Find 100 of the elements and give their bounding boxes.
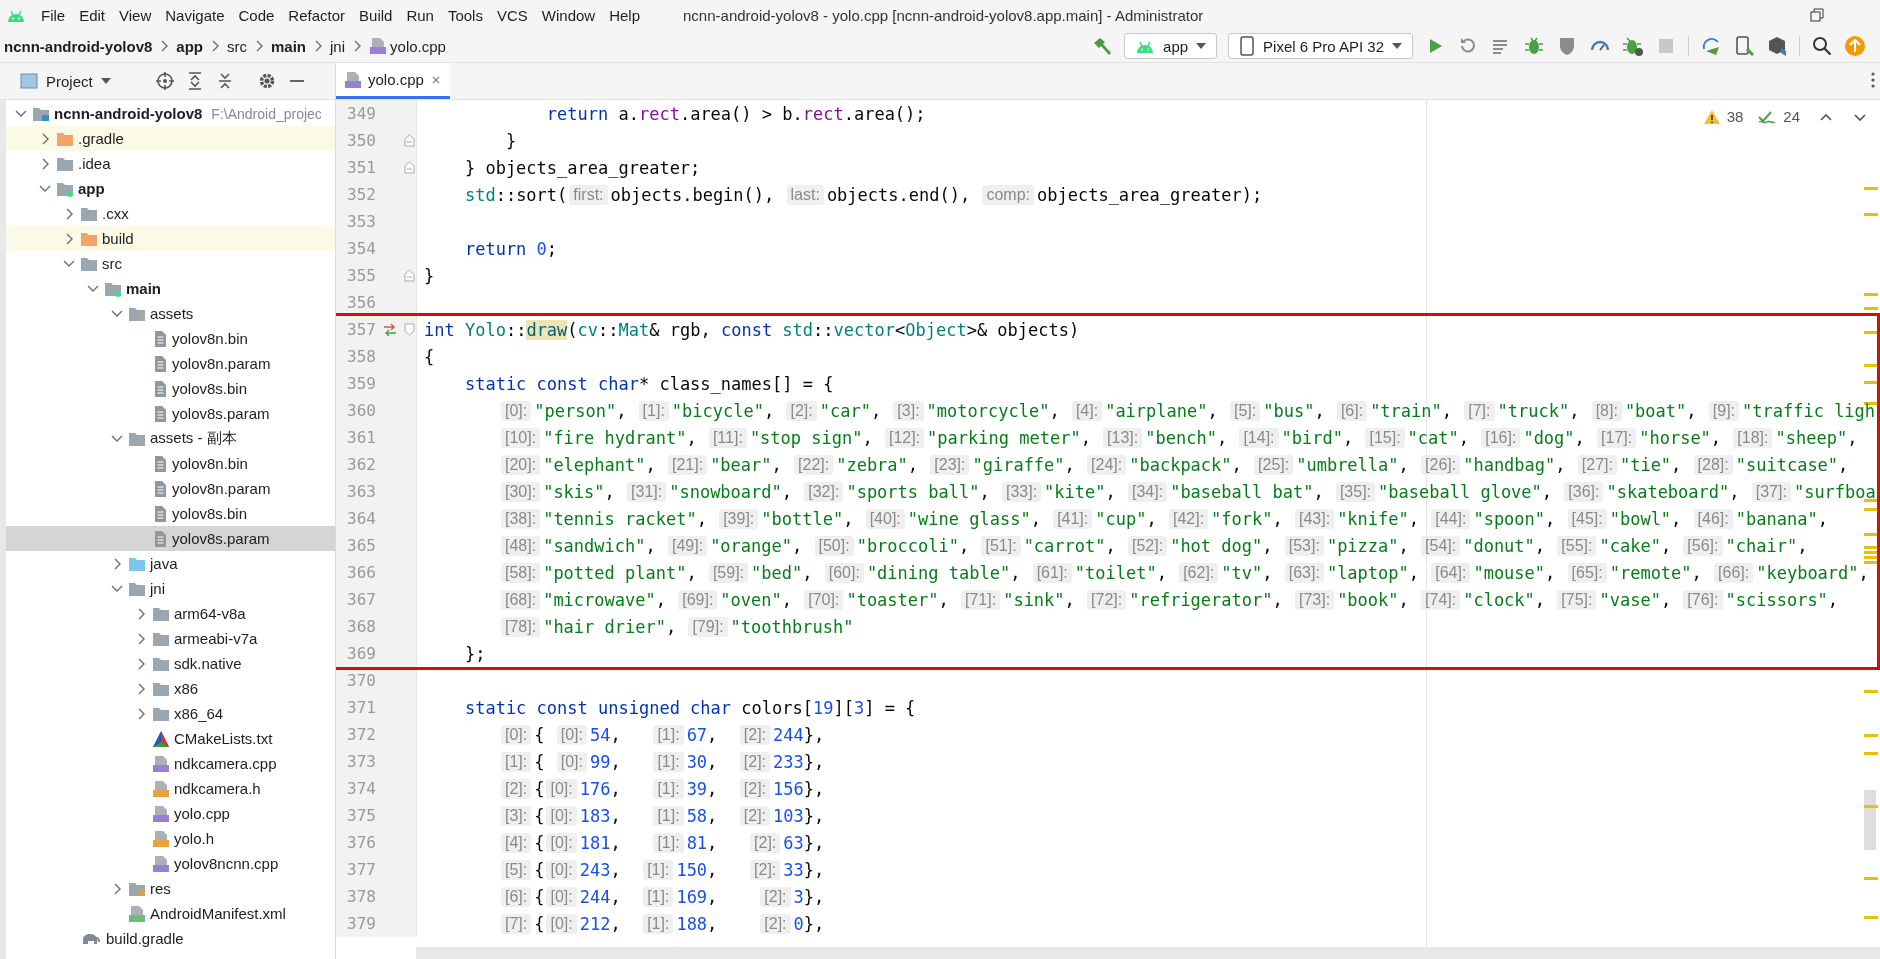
string-literal: "cup" bbox=[1095, 508, 1147, 529]
menu-item[interactable]: VCS bbox=[489, 2, 535, 28]
device-manager-icon[interactable] bbox=[1733, 35, 1755, 57]
tree-item[interactable]: yolo.cpp bbox=[6, 801, 335, 826]
menu-item[interactable]: Tools bbox=[440, 2, 490, 28]
string-literal: "baseball bat" bbox=[1170, 481, 1314, 502]
tree-item[interactable]: ndkcamera.h bbox=[6, 776, 335, 801]
tree-item[interactable]: ncnn-android-yolov8 F:\Android_projec bbox=[6, 101, 335, 126]
tree-item[interactable]: .cxx bbox=[6, 201, 335, 226]
tree-item[interactable]: src bbox=[6, 251, 335, 276]
tree-item[interactable]: .idea bbox=[6, 151, 335, 176]
inlay-hint: [5]: bbox=[501, 859, 532, 880]
tree-item[interactable]: yolov8s.param bbox=[6, 526, 335, 551]
tree-item[interactable]: ndkcamera.cpp bbox=[6, 751, 335, 776]
breadcrumb[interactable]: main bbox=[267, 37, 311, 55]
sync-icon[interactable] bbox=[1700, 35, 1722, 57]
inlay-hint: [46]: bbox=[1693, 508, 1733, 529]
inlay-hint: [30]: bbox=[501, 481, 541, 502]
tree-item[interactable]: res bbox=[6, 876, 335, 901]
inlay-hint: [54]: bbox=[1421, 535, 1461, 556]
menu-item[interactable]: Help bbox=[602, 2, 648, 28]
tree-item[interactable]: yolov8n.param bbox=[6, 476, 335, 501]
more-icon[interactable] bbox=[1870, 70, 1876, 89]
line-number: 377 bbox=[346, 860, 376, 879]
folder-icon bbox=[128, 305, 146, 322]
breadcrumb[interactable]: app bbox=[172, 37, 207, 55]
tree-item[interactable]: AndroidManifest.xml bbox=[6, 901, 335, 926]
tree-item[interactable]: yolov8ncnn.cpp bbox=[6, 851, 335, 876]
inlay-hint: [25]: bbox=[1254, 454, 1294, 475]
line-number: 370 bbox=[346, 671, 376, 690]
tree-item[interactable]: armeabi-v7a bbox=[6, 626, 335, 651]
tree-item[interactable]: yolo.h bbox=[6, 826, 335, 851]
string-literal: "bottle" bbox=[761, 508, 844, 529]
breadcrumb[interactable]: ncnn-android-yolov8 bbox=[0, 37, 157, 55]
inlay-hint: [3]: bbox=[893, 400, 924, 421]
menu-item[interactable]: Build bbox=[352, 2, 400, 28]
menu-item[interactable]: Window bbox=[534, 2, 603, 28]
panel-icon bbox=[20, 73, 38, 89]
tree-item[interactable]: jni bbox=[6, 576, 335, 601]
locate-icon[interactable] bbox=[154, 71, 175, 91]
bug-icon[interactable] bbox=[1523, 35, 1545, 57]
breadcrumb[interactable]: jni bbox=[326, 37, 350, 55]
tree-item[interactable]: main bbox=[6, 276, 335, 301]
tree-item[interactable]: .gradle bbox=[6, 126, 335, 151]
code-text: , bbox=[1231, 454, 1243, 475]
string-literal: "dog" bbox=[1523, 427, 1575, 448]
menu-item[interactable]: File bbox=[34, 2, 73, 28]
project-view-dropdown[interactable]: Project bbox=[14, 71, 117, 91]
breadcrumb[interactable]: yolo.cpp bbox=[365, 37, 450, 55]
search-icon[interactable] bbox=[1811, 35, 1833, 57]
menu-item[interactable]: Refactor bbox=[281, 2, 353, 28]
tree-item[interactable]: yolov8s.bin bbox=[6, 501, 335, 526]
string-literal: "person" bbox=[534, 400, 617, 421]
menu-item[interactable]: Navigate bbox=[158, 2, 232, 28]
bug-icon[interactable] bbox=[1622, 35, 1644, 57]
menu-item[interactable]: View bbox=[112, 2, 159, 28]
horizontal-scrollbar[interactable] bbox=[416, 947, 1880, 959]
tree-item[interactable]: app bbox=[6, 176, 335, 201]
string-literal: "backpack" bbox=[1129, 454, 1232, 475]
inlay-hint: [2]: bbox=[750, 859, 781, 880]
tree-item[interactable]: yolov8s.bin bbox=[6, 376, 335, 401]
tree-item[interactable]: yolov8n.param bbox=[6, 351, 335, 376]
tree-item[interactable]: assets bbox=[6, 301, 335, 326]
number-literal: 81 bbox=[686, 832, 708, 853]
string-literal: "donut" bbox=[1463, 535, 1535, 556]
tree-item[interactable]: arm64-v8a bbox=[6, 601, 335, 626]
tree-item[interactable]: build.gradle bbox=[6, 926, 335, 951]
tree-item[interactable]: yolov8n.bin bbox=[6, 451, 335, 476]
tree-item[interactable]: CMakeLists.txt bbox=[6, 726, 335, 751]
run-configuration-dropdown[interactable]: app bbox=[1124, 33, 1218, 59]
tree-item[interactable]: yolov8s.param bbox=[6, 401, 335, 426]
number-literal: 244 bbox=[773, 724, 804, 745]
code-text: , bbox=[1207, 400, 1219, 421]
code-text: { bbox=[534, 886, 545, 907]
folder-icon bbox=[152, 680, 170, 697]
code-text: , bbox=[707, 913, 719, 934]
inlay-hint: [62]: bbox=[1179, 562, 1219, 583]
tree-item[interactable]: assets - 副本 bbox=[6, 426, 335, 451]
breadcrumb[interactable]: src bbox=[223, 37, 251, 55]
line-number: 362 bbox=[346, 455, 376, 474]
tree-item[interactable]: yolov8n.bin bbox=[6, 326, 335, 351]
tree-item[interactable]: build bbox=[6, 226, 335, 251]
inlay-hint: [5]: bbox=[1230, 400, 1261, 421]
editor-tab[interactable]: yolo.cpp bbox=[336, 63, 450, 99]
number-literal: 169 bbox=[676, 886, 708, 907]
tree-item[interactable]: java bbox=[6, 551, 335, 576]
restore-window-icon[interactable] bbox=[1810, 8, 1824, 22]
inlay-hint: [2]: bbox=[760, 886, 791, 907]
weak-warning-count[interactable]: 24 bbox=[1783, 108, 1800, 125]
tree-item[interactable]: sdk.native bbox=[6, 651, 335, 676]
menu-item[interactable]: Code bbox=[231, 2, 282, 28]
menu-item[interactable]: Edit bbox=[72, 2, 113, 28]
menu-item[interactable]: Run bbox=[399, 2, 441, 28]
package-icon[interactable] bbox=[1766, 35, 1788, 57]
warning-count[interactable]: 38 bbox=[1726, 108, 1744, 125]
inlay-hint: [1]: bbox=[501, 751, 532, 772]
device-dropdown[interactable]: Pixel 6 Pro API 32 bbox=[1228, 33, 1413, 59]
tree-item[interactable]: x86_64 bbox=[6, 701, 335, 726]
code-text: , bbox=[610, 778, 622, 799]
tree-item[interactable]: x86 bbox=[6, 676, 335, 701]
